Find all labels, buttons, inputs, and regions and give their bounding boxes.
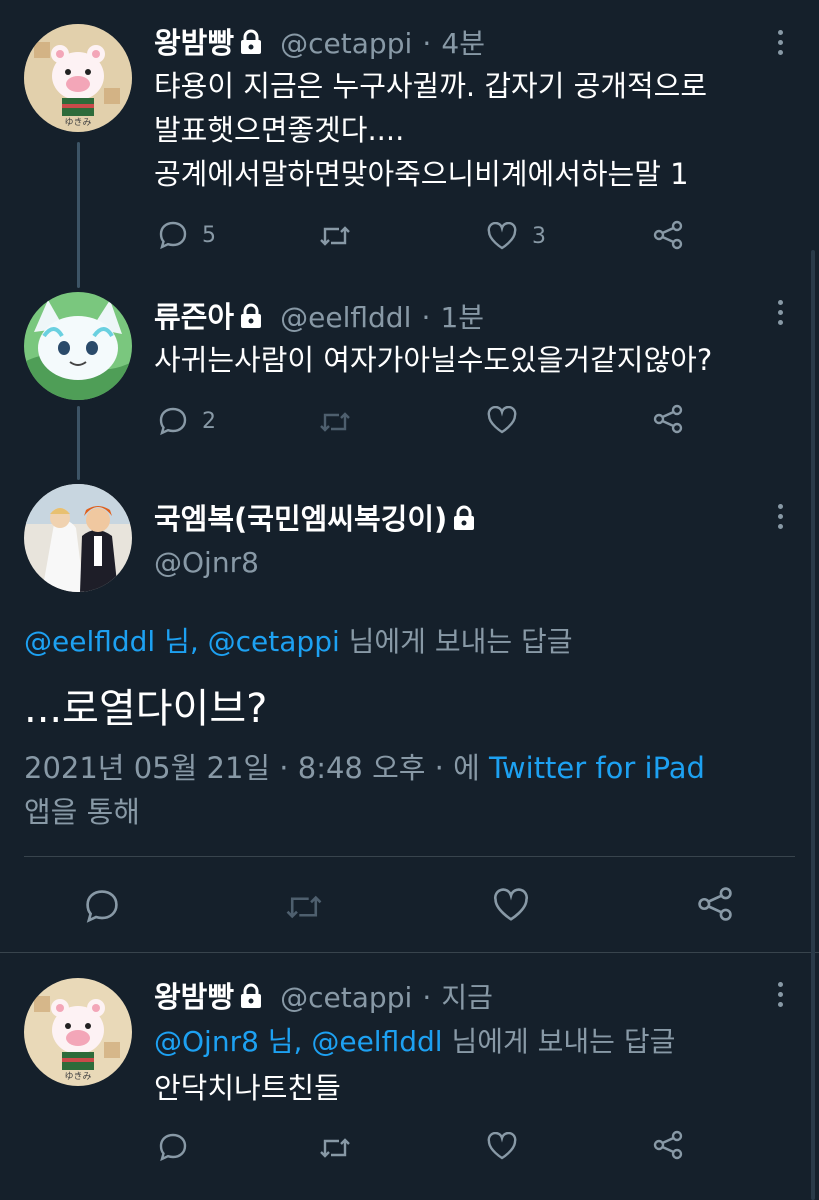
like-button[interactable] [492,888,530,922]
timestamp-text[interactable]: 2021년 05월 21일 · 8:48 오후 · 에 [24,751,480,785]
thread-connector [77,406,80,480]
avatar-ojnr8[interactable] [24,484,132,592]
lock-icon [240,302,262,336]
avatar-image: ゆきみ [24,978,132,1086]
reply-icon [158,406,188,436]
avatar-image: ゆきみ [24,24,132,132]
share-button[interactable] [696,886,734,922]
reply-button[interactable]: 2 [158,406,216,436]
more-icon[interactable] [775,30,785,60]
retweet-button[interactable] [318,222,352,250]
like-button[interactable] [486,1132,518,1160]
more-icon[interactable] [775,982,785,1012]
section-divider [0,952,819,953]
reply-to-users[interactable]: @eelflddl 님, @cetappi [24,625,340,658]
author-handle[interactable]: @Ojnr8 [154,546,259,579]
avatar-cetappi[interactable]: ゆきみ [24,24,132,132]
reply-context: @Ojnr8 님, @eelflddl 님에게 보내는 답글 [154,1020,675,1060]
tweet-time[interactable]: 1분 [440,301,484,334]
reply-to-users[interactable]: @Ojnr8 님, @eelflddl [154,1025,443,1058]
reply-button[interactable]: 5 [158,220,216,250]
author-handle[interactable]: @cetappi [280,981,412,1014]
like-icon [486,1132,518,1160]
lock-icon [240,28,262,62]
retweet-button[interactable] [318,1134,352,1162]
tweet-text: 사귀는사람이 여자가아닐수도있을거같지않아? [154,343,713,377]
share-icon [652,1130,684,1160]
reply-count: 2 [202,408,216,434]
reply-icon [158,1132,188,1162]
reply-to-suffix: 님에게 보내는 답글 [348,625,573,658]
like-button[interactable] [486,406,518,434]
separator-dot: · [421,301,431,334]
share-button[interactable] [652,220,684,250]
avatar-image [24,292,132,400]
tweet-text: ...로열다이브? [24,686,268,732]
like-count: 3 [532,223,546,249]
reply-button[interactable] [158,1132,188,1162]
like-icon [492,888,530,922]
tweet-timestamp: 2021년 05월 21일 · 8:48 오후 · 에 Twitter for … [24,746,705,790]
author-name[interactable]: 왕밤빵 [154,980,234,1014]
scrollbar[interactable] [811,250,815,1200]
retweet-button[interactable] [284,890,324,924]
avatar-eelflddl[interactable] [24,292,132,400]
retweet-icon [318,222,352,250]
separator-dot: · [422,981,432,1014]
tweet-text: 탸용이 지금은 누구사귈까. 갑자기 공개적으로 발표햇으면좋겟다.... 공계… [154,69,708,191]
share-icon [696,886,734,922]
like-icon [486,222,518,250]
lock-icon [240,982,262,1016]
retweet-icon [284,890,324,924]
more-icon[interactable] [775,504,785,534]
separator-dot: · [422,27,432,60]
avatar-cetappi[interactable]: ゆきみ [24,978,132,1086]
tweet-text: 안닥치나트친들 [154,1071,341,1105]
source-suffix: 앱을 통해 [24,795,140,829]
author-handle[interactable]: @eelflddl [280,301,411,334]
svg-text:ゆきみ: ゆきみ [64,117,91,128]
reply-to-suffix: 님에게 보내는 답글 [451,1025,676,1058]
author-handle[interactable]: @cetappi [280,27,412,60]
lock-icon [453,504,475,538]
share-icon [652,220,684,250]
reply-button[interactable] [84,888,120,924]
like-icon [486,406,518,434]
retweet-icon [318,1134,352,1162]
retweet-button[interactable] [318,408,352,436]
share-button[interactable] [652,404,684,434]
retweet-icon [318,408,352,436]
divider [24,856,795,857]
svg-text:ゆきみ: ゆきみ [64,1071,91,1082]
thread-connector [77,142,80,288]
source-app-link[interactable]: Twitter for iPad [489,751,705,785]
share-button[interactable] [652,1130,684,1160]
reply-icon [158,220,188,250]
like-button[interactable]: 3 [486,222,546,250]
author-name[interactable]: 국엠복(국민엠씨복깅이) [154,502,447,536]
more-icon[interactable] [775,300,785,330]
avatar-image [24,484,132,592]
author-name[interactable]: 왕밤빵 [154,26,234,60]
author-name[interactable]: 류즌아 [154,300,234,334]
tweet-time[interactable]: 4분 [441,27,485,60]
share-icon [652,404,684,434]
reply-context: @eelflddl 님, @cetappi 님에게 보내는 답글 [24,620,573,660]
reply-icon [84,888,120,924]
tweet-time[interactable]: 지금 [441,981,493,1014]
reply-count: 5 [202,222,216,248]
